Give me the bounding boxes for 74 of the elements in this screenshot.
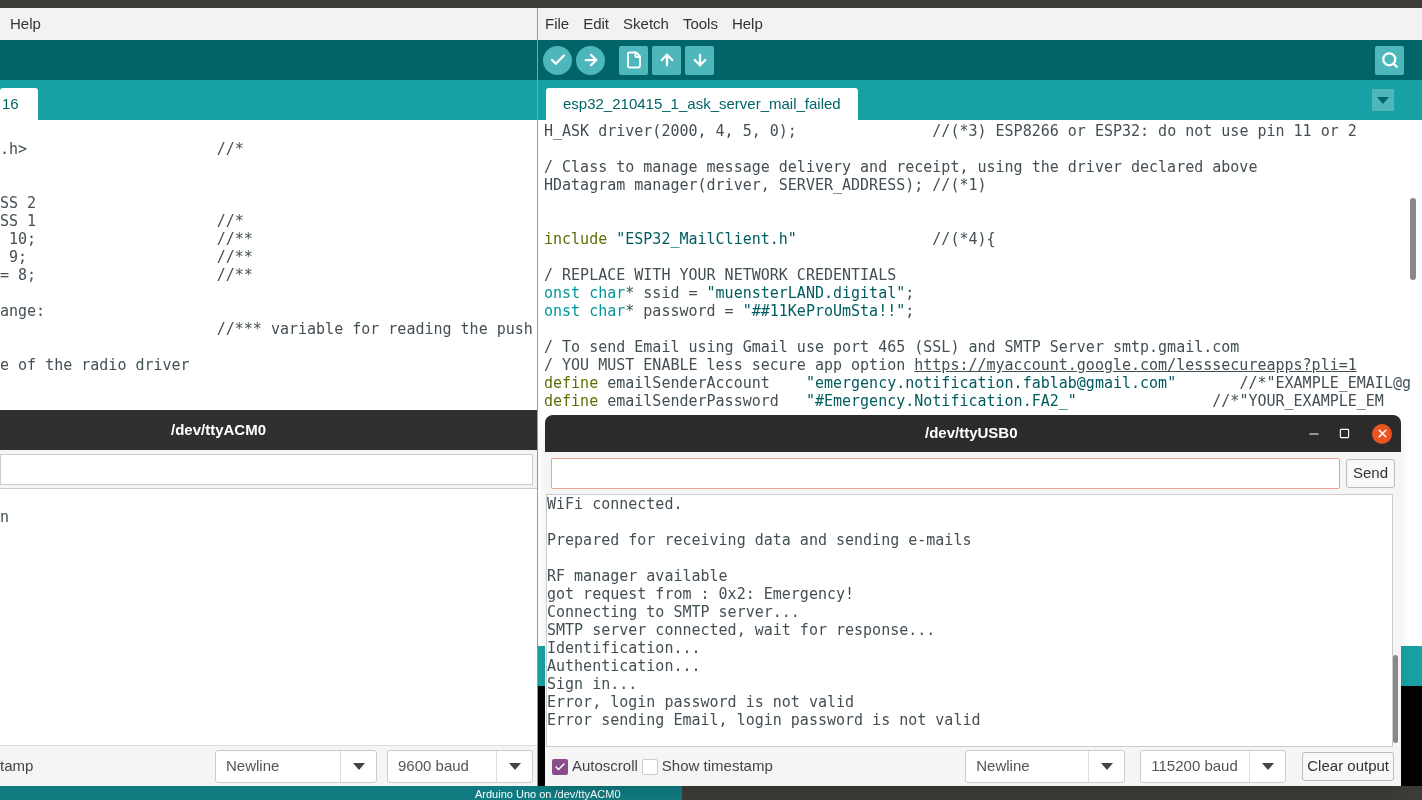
output-line: SMTP server connected, wait for response...	[547, 621, 936, 639]
upload-button[interactable]	[576, 45, 605, 75]
checkbox-label: Show timestamp	[661, 756, 773, 777]
output-line: Connecting to SMTP server...	[547, 603, 800, 621]
input-field[interactable]	[551, 457, 1340, 489]
code-line: / To send Email using Gmail use port 465 (SSL) and SMTP Server smtp.gmail.com	[544, 338, 1240, 356]
output-line: RF manager available	[547, 567, 728, 585]
output-line: n	[0, 508, 10, 526]
caret-icon	[1377, 96, 1389, 104]
dropdown[interactable]: 115200 baud	[1140, 750, 1287, 783]
code-line: SS 2	[0, 194, 37, 212]
code-line: onst char* ssid = "muensterLAND.digital";	[544, 284, 915, 302]
verify-button[interactable]	[543, 45, 572, 75]
save-button[interactable]	[685, 45, 714, 75]
code-line: onst char* password = "##11KeProUmSta!!";	[544, 302, 915, 320]
output-line: Sign in...	[547, 675, 638, 693]
output-line: Prepared for receiving data and sending e-mails	[547, 531, 972, 549]
close-icon	[1375, 427, 1389, 440]
menu-item[interactable]: Edit	[583, 12, 610, 36]
file-icon	[624, 51, 643, 69]
send-button[interactable]: Send	[1345, 458, 1395, 488]
tab-menu-button[interactable]	[1372, 89, 1394, 111]
dropdown[interactable]: 9600 baud	[387, 749, 533, 783]
code-line: H_ASK driver(2000, 4, 5, 0); //(*3) ESP8266 or ESP32: do not use pin 11 or 2	[544, 122, 1357, 140]
timestamp-label: tamp	[0, 755, 35, 776]
window-title: /dev/ttyUSB0	[925, 423, 1018, 444]
search-icon	[1380, 51, 1399, 69]
code-line: = 8; //**	[0, 266, 253, 284]
output-line: Authentication...	[547, 657, 701, 675]
code-line: HDatagram manager(driver, SERVER_ADDRESS); //(*1)	[544, 176, 987, 194]
check-icon	[554, 760, 566, 773]
caret-icon	[1261, 763, 1274, 770]
code-line: / REPLACE WITH YOUR NETWORK CREDENTIALS	[544, 266, 897, 284]
menu-item[interactable]: Tools	[682, 12, 718, 36]
input-field[interactable]	[0, 453, 533, 485]
clear-output-button[interactable]: Clear output	[1302, 752, 1394, 781]
dropdown[interactable]: Newline	[215, 749, 377, 783]
menu-item[interactable]: Help	[731, 12, 763, 36]
code-line: 9; //**	[8, 248, 253, 266]
maximize-icon[interactable]	[1339, 428, 1350, 439]
output-line: Error, login password is not valid	[547, 693, 855, 711]
code-line: / YOU MUST ENABLE less secure app option https://myaccount.google.com/lesssecureapps?pli=1	[544, 356, 1357, 374]
output-line: WiFi connected.	[547, 495, 683, 513]
code-line: 10; //**	[8, 230, 253, 248]
autoscroll-checkbox[interactable]	[552, 758, 568, 775]
code-line: ange:	[0, 302, 46, 320]
menu-item[interactable]: Help	[10, 12, 41, 36]
caret-icon	[352, 762, 365, 770]
new-file-button[interactable]	[619, 45, 648, 75]
code-line: / Class to manage message delivery and receipt, using the driver declared above	[544, 158, 1258, 176]
window-title: /dev/ttyACM0	[171, 419, 266, 440]
menu-item[interactable]: Sketch	[623, 12, 669, 36]
dropdown[interactable]: Newline	[965, 750, 1126, 783]
code-line: include "ESP32_MailClient.h" //(*4){	[544, 230, 996, 248]
code-line: e of the radio driver	[0, 356, 190, 374]
caret-icon	[508, 762, 521, 770]
menu-item[interactable]: File	[545, 12, 570, 36]
open-button[interactable]	[652, 45, 681, 75]
code-line: SS 1 //*	[0, 212, 244, 230]
output-line: Identification...	[547, 639, 701, 657]
status-bar: Arduino Uno on /dev/ttyACM0	[0, 786, 682, 800]
output-line: got request from : 0x2: Emergency!	[547, 585, 855, 603]
caret-icon	[1100, 763, 1113, 770]
checkbox-label: Autoscroll	[572, 756, 638, 777]
timestamp-checkbox[interactable]	[641, 758, 658, 775]
code-line: //*** variable for reading the push	[215, 320, 533, 338]
output-line: Error sending Email, login password is not valid	[547, 711, 981, 729]
sketch-tab[interactable]: 16	[0, 88, 38, 120]
close-button[interactable]	[1372, 423, 1392, 444]
code-line: define emailSenderAccount "emergency.notification.fablab@gmail.com" //*"EXAMPLE_EMAIL@g	[544, 374, 1411, 392]
serial-monitor-button[interactable]	[1375, 45, 1404, 75]
code-line: .h> //*	[0, 140, 244, 158]
sketch-tab[interactable]: esp32_210415_1_ask_server_mail_failed	[546, 88, 858, 120]
code-line: define emailSenderPassword "#Emergency.Notification.FA2_" //*"YOUR_EXAMPLE_EM	[544, 392, 1384, 410]
